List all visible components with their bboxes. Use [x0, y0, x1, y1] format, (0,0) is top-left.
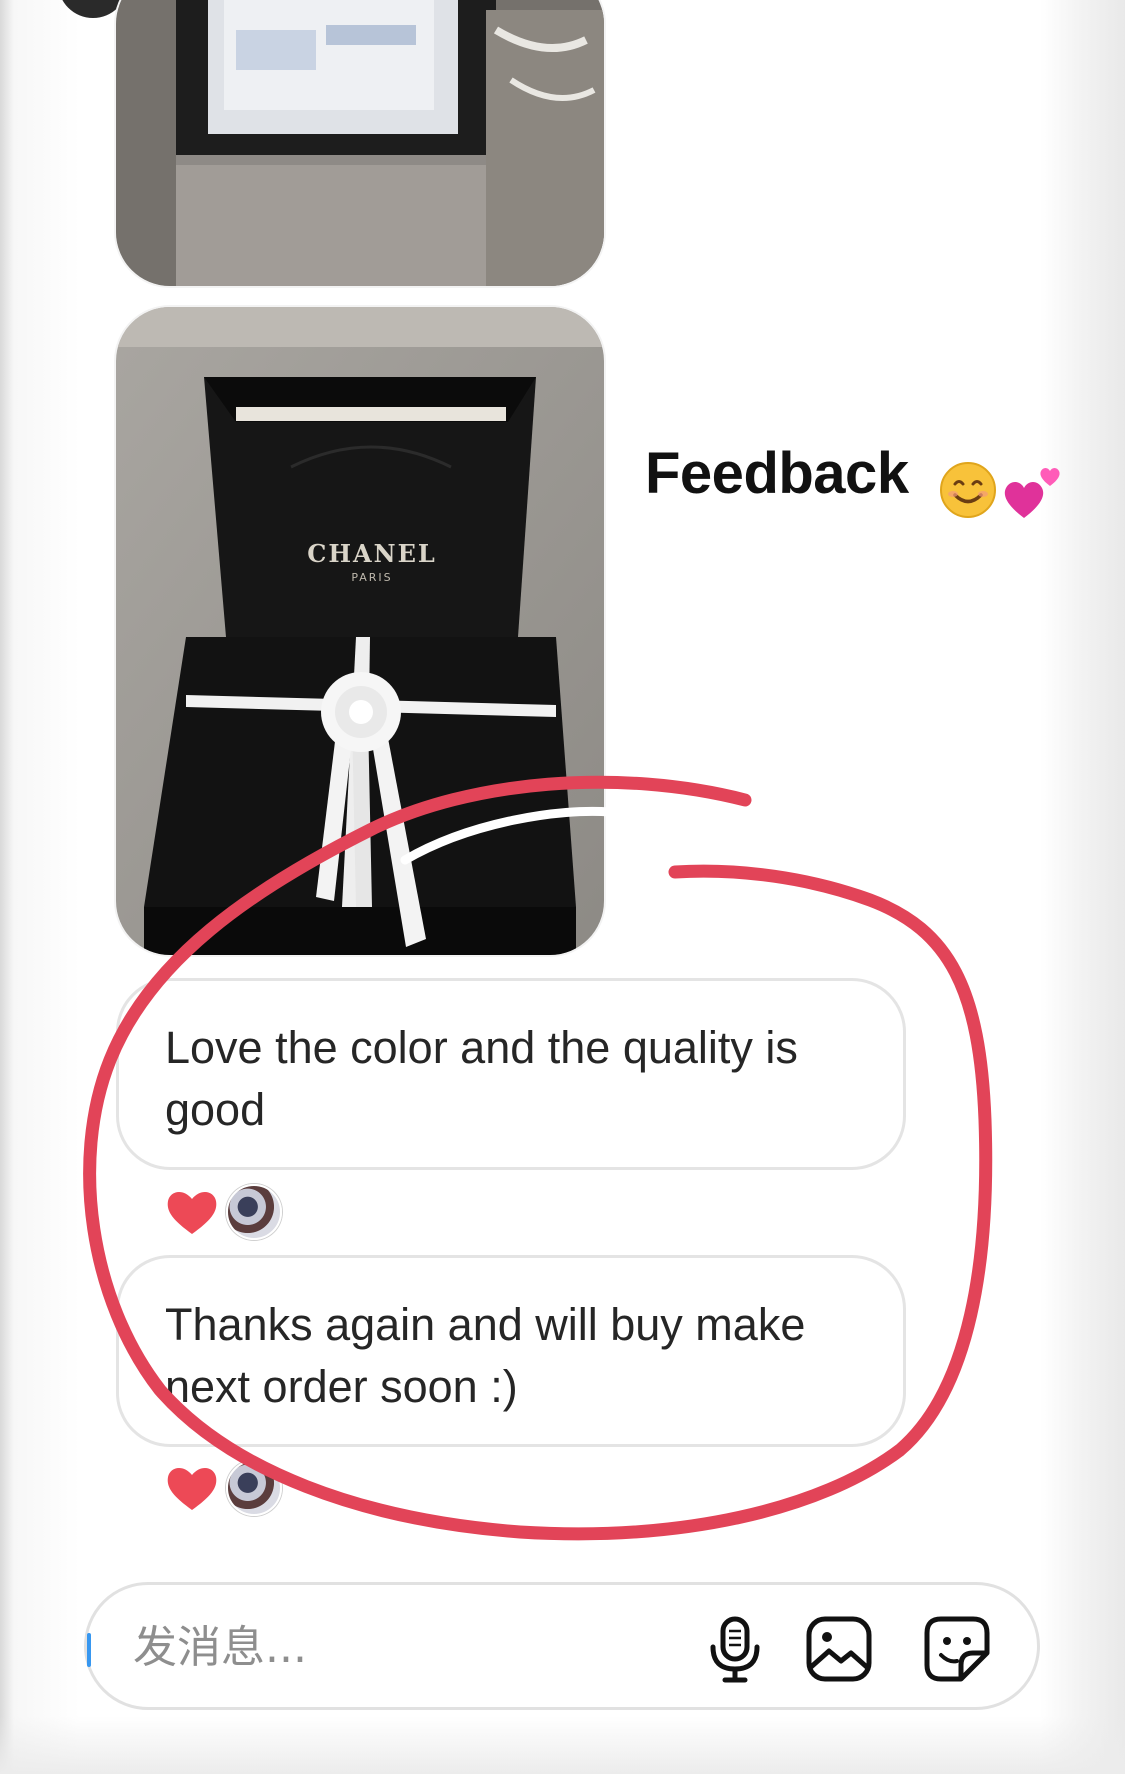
gallery-icon[interactable]: [803, 1613, 875, 1685]
gift-box-photo-image: CHANEL PARIS: [116, 307, 604, 955]
two-hearts-emoji: [1000, 460, 1066, 526]
reactor-avatar: [226, 1460, 282, 1516]
message-bubble[interactable]: Love the color and the quality is good: [116, 978, 906, 1170]
dm-thread-screen: CHANEL PARIS Feedback Love the color and…: [0, 0, 1125, 1774]
microphone-icon[interactable]: [699, 1613, 771, 1685]
packaging-photo-image: [116, 0, 604, 286]
message-composer: [84, 1582, 1040, 1710]
camera-button-edge[interactable]: [87, 1633, 91, 1667]
photo-message-gift-box[interactable]: CHANEL PARIS: [116, 307, 604, 955]
message-input[interactable]: [131, 1613, 595, 1681]
heart-reaction-icon: [167, 1468, 217, 1510]
bottom-fade: [0, 1716, 1125, 1774]
bag-city-text: PARIS: [351, 571, 392, 584]
message-text: Thanks again and will buy make next orde…: [165, 1299, 806, 1412]
bag-brand-text: CHANEL: [307, 539, 437, 568]
photo-message-packaging[interactable]: [116, 0, 604, 286]
heart-reaction-icon: [167, 1192, 217, 1234]
reactor-avatar: [226, 1184, 282, 1240]
sticker-icon[interactable]: [921, 1613, 993, 1685]
feedback-caption: Feedback: [645, 441, 909, 506]
message-bubble[interactable]: Thanks again and will buy make next orde…: [116, 1255, 906, 1447]
message-text: Love the color and the quality is good: [165, 1022, 798, 1135]
smiling-face-emoji: [938, 460, 998, 520]
